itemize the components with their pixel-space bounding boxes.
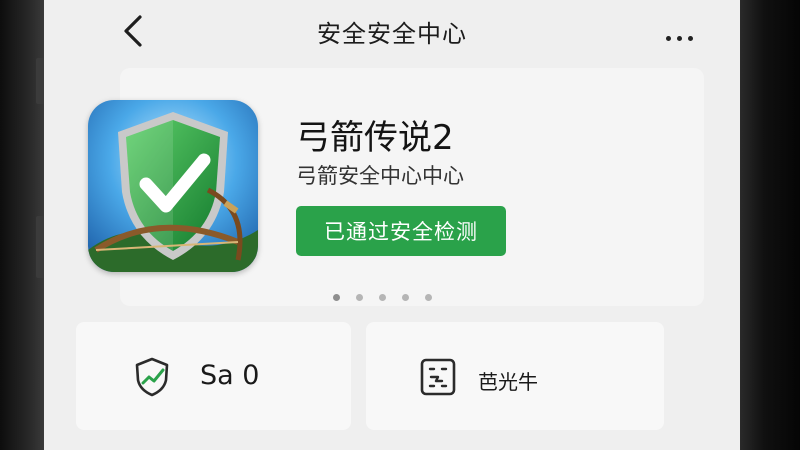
shield-bow-icon	[88, 100, 258, 272]
scan-label: 芭光牛	[478, 370, 538, 394]
app-icon	[88, 100, 258, 272]
security-passed-button[interactable]: 已通过安全检测	[296, 206, 506, 256]
carousel-dot[interactable]	[425, 294, 433, 301]
shield-check-icon	[135, 357, 169, 397]
phone-frame-right	[740, 0, 800, 450]
phone-frame-left	[0, 0, 46, 450]
carousel-dot[interactable]	[379, 294, 387, 301]
carousel-dot[interactable]	[356, 294, 364, 301]
app-subtitle: 弓箭安全中心中心	[296, 164, 464, 188]
scan-tile[interactable]: 芭光牛	[366, 322, 664, 430]
more-options-icon[interactable]	[666, 26, 706, 41]
top-navigation-bar: 安全安全中心	[44, 0, 740, 64]
scan-frame-icon	[420, 358, 456, 396]
security-score-label: Sa 0	[200, 360, 260, 391]
carousel-dot[interactable]	[333, 294, 340, 301]
security-score-tile[interactable]: Sa 0	[76, 322, 351, 430]
app-name: 弓箭传说2	[296, 118, 454, 158]
carousel-dot[interactable]	[402, 294, 410, 301]
carousel-indicator	[333, 286, 443, 305]
page-title: 安全安全中心	[317, 20, 467, 48]
